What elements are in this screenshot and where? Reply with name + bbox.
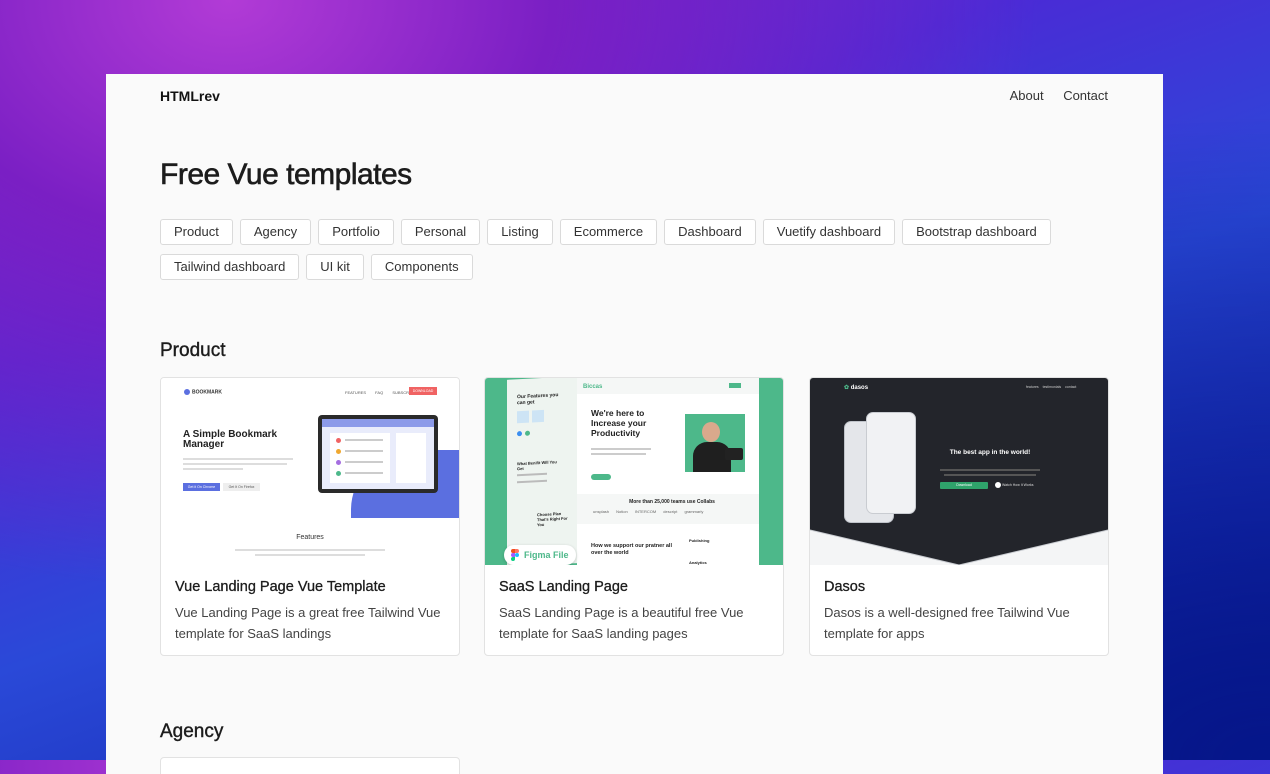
thumb-person-bg xyxy=(685,414,745,472)
thumb-download-button: DOWNLOAD xyxy=(409,387,437,395)
thumb-person-head xyxy=(702,422,720,442)
tag-ecommerce[interactable]: Ecommerce xyxy=(559,219,658,245)
site-logo[interactable]: HTMLrev xyxy=(160,88,220,104)
browser-page: HTMLrev About Contact Free Vue templates… xyxy=(106,74,1163,774)
thumb-phone-front xyxy=(866,412,916,514)
thumb-chrome-button: Get it On Chrome xyxy=(183,483,220,491)
tag-listing[interactable]: Listing xyxy=(487,219,553,245)
thumb-text-line xyxy=(183,463,287,465)
thumb-left-panel: Our Features you can get What Benifit Wi… xyxy=(507,378,577,565)
thumb-text-line xyxy=(235,549,385,551)
nav-link-contact[interactable]: Contact xyxy=(1063,88,1108,103)
nav-links: About Contact xyxy=(994,88,1108,103)
section-title-product: Product xyxy=(160,340,226,361)
thumb-text-line xyxy=(255,554,365,556)
tag-vuetify-dashboard[interactable]: Vuetify dashboard xyxy=(762,219,896,245)
template-card[interactable]: Our Features you can get What Benifit Wi… xyxy=(484,377,784,656)
play-icon xyxy=(995,482,1001,489)
thumb-watch-link: Watch How It Works xyxy=(995,482,1034,489)
thumb-text-line xyxy=(183,458,293,460)
template-card[interactable]: BOOKMARK FEATURES FAQ SUBSCRIBE DOWNLOAD… xyxy=(160,377,460,656)
card-description: SaaS Landing Page is a beautiful free Vu… xyxy=(499,605,744,641)
thumb-text-line xyxy=(183,468,243,470)
card-thumbnail[interactable]: ✿ dasos features testimonials contact Th… xyxy=(810,378,1108,565)
card-title[interactable]: Dasos xyxy=(824,579,865,595)
card-title[interactable]: Vue Landing Page Vue Template xyxy=(175,579,386,595)
thumb-features-title: Features xyxy=(296,534,324,541)
thumb-laptop-screen xyxy=(318,415,438,493)
card-title[interactable]: SaaS Landing Page xyxy=(499,579,628,595)
thumb-firefox-button: Get It On Firefox xyxy=(223,483,260,491)
thumb-logos: unsplash Notion INTERCOM descript gramma… xyxy=(593,509,704,514)
thumb-heading: The best app in the world! xyxy=(949,449,1031,456)
bookmark-logo-icon xyxy=(184,389,190,395)
card-description: Vue Landing Page is a great free Tailwin… xyxy=(175,605,441,641)
category-tags: Product Agency Portfolio Personal Listing Eco… xyxy=(160,219,1120,289)
thumb-download-button: Download xyxy=(940,482,988,489)
section-title-agency: Agency xyxy=(160,721,224,742)
thumb-features-area xyxy=(161,518,459,565)
tag-portfolio[interactable]: Portfolio xyxy=(318,219,394,245)
thumb-laptop-inner xyxy=(322,419,434,489)
thumb-heading: A Simple Bookmark Manager xyxy=(183,429,278,450)
card-thumbnail[interactable]: Our Features you can get What Benifit Wi… xyxy=(485,378,783,565)
tag-ui-kit[interactable]: UI kit xyxy=(306,254,364,280)
page-title: Free Vue templates xyxy=(160,158,413,192)
thumb-card-graphic xyxy=(725,448,743,460)
top-nav: HTMLrev About Contact xyxy=(160,88,1108,110)
card-thumbnail[interactable]: BOOKMARK FEATURES FAQ SUBSCRIBE DOWNLOAD… xyxy=(161,378,459,565)
thumb-main-panel: Biccas We're here to Increase your Produ… xyxy=(577,378,759,565)
thumb-brand: BOOKMARK xyxy=(184,389,222,395)
tag-bootstrap-dashboard[interactable]: Bootstrap dashboard xyxy=(902,219,1051,245)
thumb-bottom-wave xyxy=(810,529,1108,565)
thumb-menu: FEATURES FAQ SUBSCRIBE xyxy=(345,390,416,395)
nav-link-about[interactable]: About xyxy=(1010,88,1044,103)
tag-product[interactable]: Product xyxy=(160,219,233,245)
tag-agency[interactable]: Agency xyxy=(239,219,312,245)
tag-tailwind-dashboard[interactable]: Tailwind dashboard xyxy=(160,254,300,280)
dasos-logo-icon: ✿ xyxy=(844,385,850,391)
tag-personal[interactable]: Personal xyxy=(400,219,481,245)
figma-badge: Figma File xyxy=(504,545,576,565)
thumb-brand: ✿ dasos xyxy=(844,385,869,391)
thumb-menu: features testimonials contact xyxy=(1026,385,1077,389)
tag-components[interactable]: Components xyxy=(370,254,473,280)
tag-dashboard[interactable]: Dashboard xyxy=(664,219,756,245)
figma-icon xyxy=(511,549,519,561)
card-description: Dasos is a well-designed free Tailwind V… xyxy=(824,605,1070,641)
template-card[interactable]: ✿ dasos features testimonials contact Th… xyxy=(809,377,1109,656)
